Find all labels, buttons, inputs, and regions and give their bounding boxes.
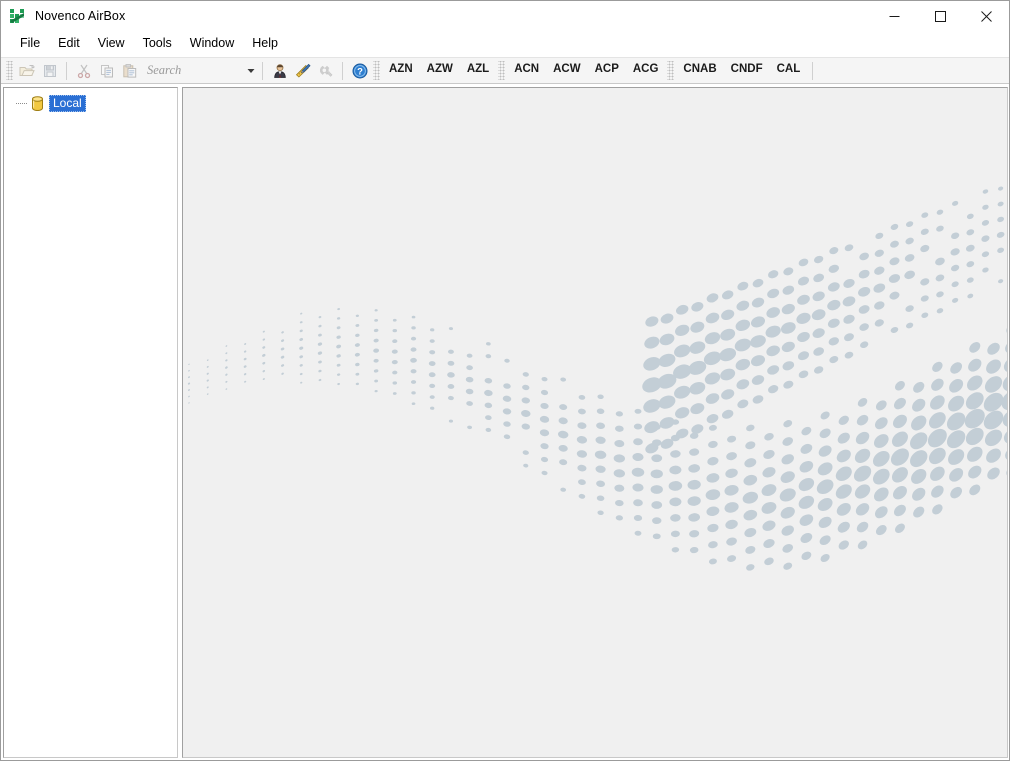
window-title: Novenco AirBox bbox=[35, 9, 126, 24]
help-icon[interactable]: ? bbox=[348, 60, 371, 82]
cut-icon[interactable] bbox=[72, 60, 95, 82]
menu-item-view[interactable]: View bbox=[89, 34, 134, 54]
copy-icon[interactable] bbox=[95, 60, 118, 82]
toolbar-separator bbox=[262, 61, 263, 80]
save-icon[interactable] bbox=[38, 60, 61, 82]
menu-item-tools[interactable]: Tools bbox=[134, 34, 181, 54]
toolbar-button-acw[interactable]: ACW bbox=[546, 60, 587, 81]
tree-item-label: Local bbox=[49, 94, 86, 112]
search-input[interactable] bbox=[145, 63, 245, 78]
halftone-wave-graphic bbox=[183, 88, 1007, 757]
tree-connector-line bbox=[14, 94, 29, 112]
svg-text:?: ? bbox=[357, 66, 363, 77]
title-bar: Novenco AirBox bbox=[1, 1, 1009, 32]
settings-wrench-icon[interactable] bbox=[314, 60, 337, 82]
toolbar-separator bbox=[812, 61, 814, 80]
sidebar-tree-panel[interactable]: Local bbox=[3, 87, 178, 758]
paste-icon[interactable] bbox=[118, 60, 141, 82]
toolbar-button-cndf[interactable]: CNDF bbox=[724, 60, 770, 81]
close-button[interactable] bbox=[963, 1, 1009, 32]
tree-view: Local bbox=[4, 88, 177, 112]
toolbar-grip-main[interactable] bbox=[6, 61, 13, 80]
tree-item-local[interactable]: Local bbox=[4, 94, 177, 112]
toolbar-button-azl[interactable]: AZL bbox=[460, 60, 496, 81]
toolbar-grip-cn[interactable] bbox=[667, 61, 675, 80]
chevron-down-icon[interactable] bbox=[245, 61, 257, 81]
toolbar-button-cal[interactable]: CAL bbox=[770, 60, 808, 81]
toolbar: ? AZN AZW AZL ACN ACW ACP ACG CNAB CNDF … bbox=[1, 57, 1009, 84]
menu-item-file[interactable]: File bbox=[11, 34, 49, 54]
search-box[interactable] bbox=[145, 61, 257, 81]
minimize-button[interactable] bbox=[871, 1, 917, 32]
menu-item-edit[interactable]: Edit bbox=[49, 34, 89, 54]
watermark-svg bbox=[187, 186, 1007, 571]
menu-bar: File Edit View Tools Window Help bbox=[1, 32, 1009, 57]
toolbar-separator bbox=[342, 61, 343, 80]
open-icon[interactable] bbox=[15, 60, 38, 82]
toolbar-button-acg[interactable]: ACG bbox=[626, 60, 666, 81]
menu-item-window[interactable]: Window bbox=[181, 34, 243, 54]
content-panel[interactable] bbox=[182, 87, 1008, 758]
menu-item-help[interactable]: Help bbox=[243, 34, 287, 54]
toolbar-button-acn[interactable]: ACN bbox=[507, 60, 546, 81]
maximize-button[interactable] bbox=[917, 1, 963, 32]
toolbar-grip-ac[interactable] bbox=[498, 61, 506, 80]
toolbar-button-azn[interactable]: AZN bbox=[382, 60, 420, 81]
toolbar-separator bbox=[66, 61, 67, 80]
toolbar-grip-az[interactable] bbox=[373, 61, 380, 80]
user-icon[interactable] bbox=[268, 60, 291, 82]
ruler-pencil-icon[interactable] bbox=[291, 60, 314, 82]
novenco-airbox-logo-icon bbox=[9, 8, 26, 25]
toolbar-button-azw[interactable]: AZW bbox=[420, 60, 460, 81]
title-bar-left: Novenco AirBox bbox=[1, 8, 125, 25]
toolbar-button-cnab[interactable]: CNAB bbox=[676, 60, 723, 81]
database-cylinder-icon bbox=[29, 95, 46, 112]
main-body: Local bbox=[1, 84, 1009, 760]
application-window: Novenco AirBox File Edit View Tools Wind… bbox=[0, 0, 1010, 761]
window-controls bbox=[871, 1, 1009, 32]
toolbar-button-acp[interactable]: ACP bbox=[588, 60, 626, 81]
